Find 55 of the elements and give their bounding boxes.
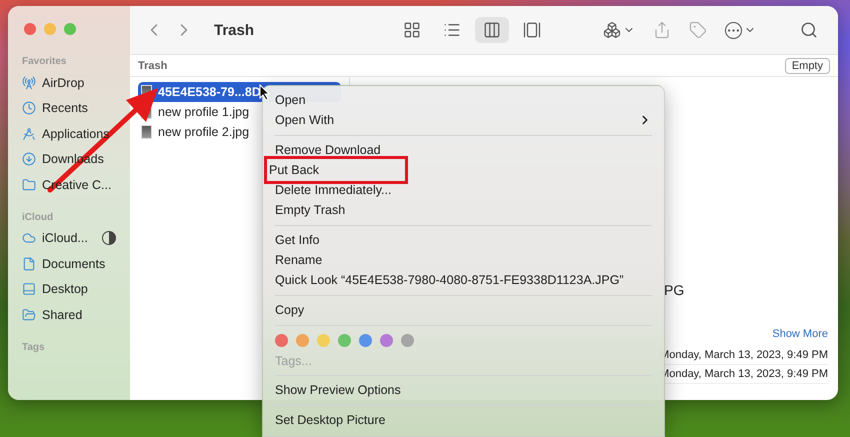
broadcast-icon [22,76,36,90]
column-view-button[interactable] [475,17,509,43]
menu-item[interactable]: Set Desktop Picture [269,410,658,430]
clock-icon [22,101,36,116]
tag-color-dot[interactable] [275,334,288,346]
menu-item[interactable]: Rename [269,250,658,270]
window-title: Trash [214,22,254,38]
storage-icon [102,231,116,246]
panel-icon [22,282,36,296]
sidebar-item[interactable]: Desktop [8,276,130,302]
zoom-button[interactable] [64,23,76,35]
document-icon [22,256,36,271]
sidebar-item[interactable]: Applications [8,121,130,146]
show-more-link[interactable]: Show More [772,328,828,340]
pointer-icon [259,84,271,101]
cloud-icon [22,231,36,246]
columns-icon [483,21,501,39]
ellipsis-icon [725,22,742,38]
tag-color-dot[interactable] [296,334,309,346]
sidebar-item[interactable]: iCloud... [8,226,130,251]
tag-color-dot[interactable] [317,334,330,346]
menu-item[interactable]: Open With [269,110,658,130]
gallery-icon [523,21,541,39]
compass-icon [22,126,36,141]
empty-button[interactable]: Empty [784,58,830,74]
sidebar-item[interactable]: Documents [8,251,130,276]
sidebar-heading: iCloud [21,212,54,222]
minimize-button[interactable] [44,23,56,35]
tag-color-dot[interactable] [338,334,351,346]
sidebar-item[interactable]: Recents [8,96,130,121]
folder-icon [22,178,36,192]
file-name: PG [664,282,684,298]
sidebar-item[interactable]: Shared [8,302,130,328]
menu-item[interactable]: Quick Look “45E4E538-7980-4080-8751-FE9338D1123A.JPG” [269,270,658,290]
search-icon [800,21,818,39]
tag-icon [689,21,707,39]
tag-color-dot[interactable] [359,334,372,346]
folder-icon [22,308,36,322]
tag-color-dot[interactable] [380,334,393,346]
share-icon [653,21,671,39]
boxes-icon [603,21,621,39]
menu-item[interactable]: Put Back [264,156,408,184]
path-title: Trash [138,60,168,72]
menu-item[interactable]: Get Info [269,230,658,250]
close-button[interactable] [24,23,36,35]
sidebar-item[interactable]: AirDrop [8,70,130,96]
menu-item[interactable]: Empty Trash [269,200,658,220]
download-icon [22,152,36,166]
grid-icon [403,21,421,39]
menu-item[interactable]: Copy [269,300,658,320]
image-file-icon [141,125,152,139]
tag-color-dot[interactable] [401,334,414,346]
sidebar-heading: Favorites [21,56,66,67]
list-icon [443,21,461,39]
sidebar-heading: Tags [21,342,45,352]
